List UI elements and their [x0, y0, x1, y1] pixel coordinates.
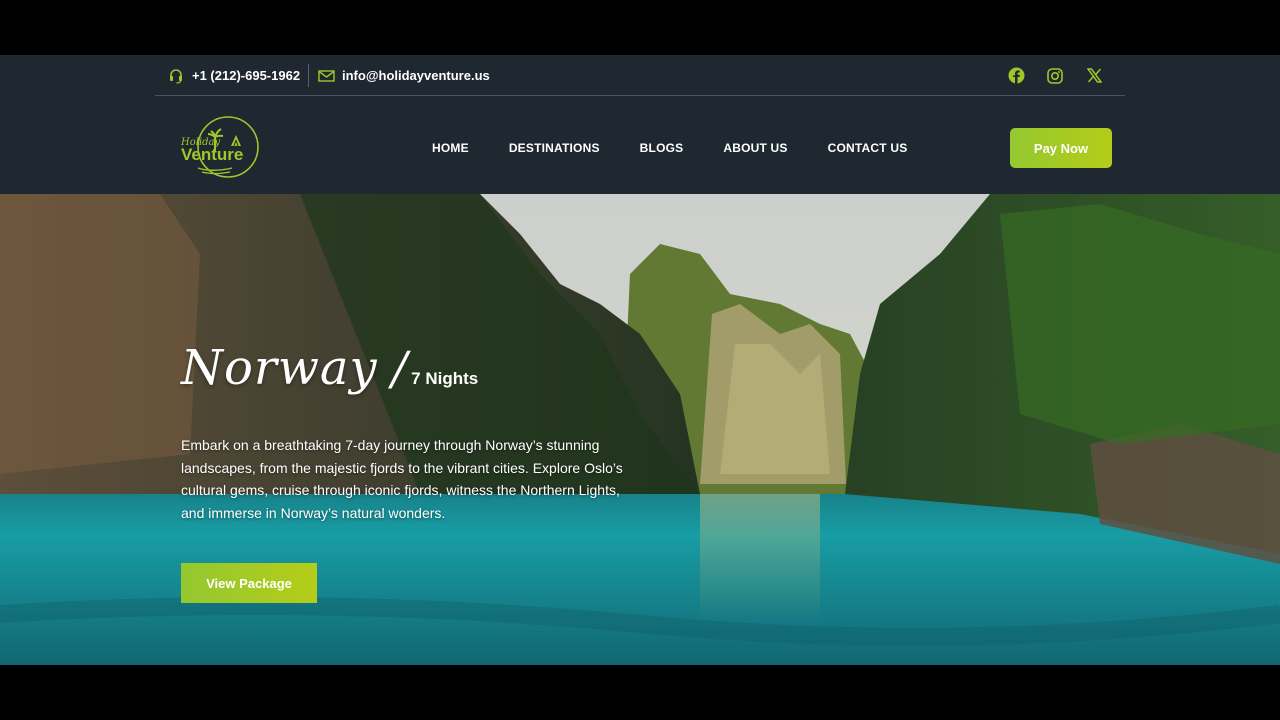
destination-name: Norway: [181, 340, 378, 396]
social-links: [1007, 55, 1103, 96]
primary-nav: HOME DESTINATIONS BLOGS ABOUT US CONTACT…: [432, 96, 947, 200]
nav-destinations[interactable]: DESTINATIONS: [509, 141, 600, 155]
phone-contact[interactable]: +1 (212)-695-1962: [167, 55, 300, 96]
envelope-icon: [317, 67, 335, 85]
nav-blogs[interactable]: BLOGS: [640, 141, 684, 155]
headset-icon: [167, 67, 185, 85]
facebook-icon[interactable]: [1007, 67, 1025, 85]
email-contact[interactable]: info@holidayventure.us: [317, 55, 490, 96]
email-address: info@holidayventure.us: [342, 68, 490, 83]
hero-title: Norway / 7 Nights: [181, 340, 478, 396]
letterbox-bottom: [0, 665, 1280, 720]
top-contact-bar-inner: +1 (212)-695-1962 info@holidayventure.us: [155, 55, 1125, 96]
nav-home[interactable]: HOME: [432, 141, 469, 155]
pay-now-button[interactable]: Pay Now: [1010, 128, 1112, 168]
title-slash: /: [391, 341, 408, 395]
phone-number: +1 (212)-695-1962: [192, 68, 301, 83]
website: +1 (212)-695-1962 info@holidayventure.us: [0, 55, 1280, 665]
letterbox-top: [0, 0, 1280, 55]
top-contact-bar: +1 (212)-695-1962 info@holidayventure.us: [0, 55, 1280, 96]
contact-divider: [308, 64, 309, 87]
nav-about-us[interactable]: ABOUT US: [723, 141, 787, 155]
trip-duration: 7 Nights: [411, 369, 479, 388]
x-icon[interactable]: [1085, 67, 1103, 85]
holiday-venture-logo[interactable]: Holiday Venture: [178, 114, 262, 180]
nav-contact-us[interactable]: CONTACT US: [828, 141, 908, 155]
main-navbar: Holiday Venture HOME DESTINATIONS BLOGS …: [0, 96, 1280, 194]
instagram-icon[interactable]: [1046, 67, 1064, 85]
hero-description: Embark on a breathtaking 7-day journey t…: [181, 437, 623, 521]
hero-banner: Norway / 7 Nights Embark on a breathtaki…: [0, 194, 1280, 665]
view-package-button[interactable]: View Package: [181, 563, 317, 603]
logo-main-text: Venture: [181, 145, 243, 164]
